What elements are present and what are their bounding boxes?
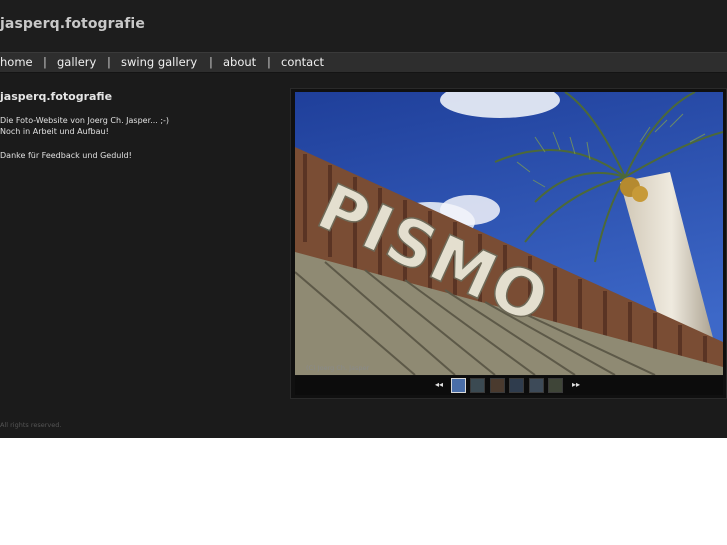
photo-gallery: PISMO (C) Joerg Ch. Jasper ◂◂ ▸▸ xyxy=(290,88,727,399)
page-container: jasperq.fotografie home | gallery | swin… xyxy=(0,0,727,438)
site-logo[interactable]: jasperq.fotografie xyxy=(0,16,145,32)
nav-home[interactable]: home xyxy=(0,55,33,69)
thumbnail-1[interactable] xyxy=(451,378,466,393)
nav-separator: | xyxy=(209,55,213,69)
nav-swing-gallery[interactable]: swing gallery xyxy=(121,55,197,69)
nav-separator: | xyxy=(107,55,111,69)
thumbnail-2[interactable] xyxy=(470,378,485,393)
photo-credit: (C) Joerg Ch. Jasper xyxy=(306,364,370,372)
intro-text: Noch in Arbeit und Aufbau! xyxy=(0,127,109,136)
thumbnail-4[interactable] xyxy=(509,378,524,393)
header: jasperq.fotografie xyxy=(0,0,727,52)
nav-gallery[interactable]: gallery xyxy=(57,55,96,69)
next-icon[interactable]: ▸▸ xyxy=(572,380,580,389)
intro-text: Danke für Feedback und Geduld! xyxy=(0,151,132,160)
nav-about[interactable]: about xyxy=(223,55,256,69)
nav-separator: | xyxy=(43,55,47,69)
nav-separator: | xyxy=(267,55,271,69)
gallery-photo[interactable]: PISMO (C) Joerg Ch. Jasper xyxy=(295,92,723,375)
thumbnail-3[interactable] xyxy=(490,378,505,393)
thumbnail-5[interactable] xyxy=(529,378,544,393)
page-title: jasperq.fotografie xyxy=(0,90,113,103)
prev-icon[interactable]: ◂◂ xyxy=(435,380,443,389)
photo-image: PISMO xyxy=(295,92,723,375)
intro-text: Die Foto-Website von Joerg Ch. Jasper...… xyxy=(0,116,170,125)
thumbnail-bar: ◂◂ ▸▸ xyxy=(295,376,723,395)
footer-text: All rights reserved. xyxy=(0,421,62,429)
main-nav: home | gallery | swing gallery | about |… xyxy=(0,52,727,73)
nav-contact[interactable]: contact xyxy=(281,55,324,69)
thumbnail-6[interactable] xyxy=(548,378,563,393)
